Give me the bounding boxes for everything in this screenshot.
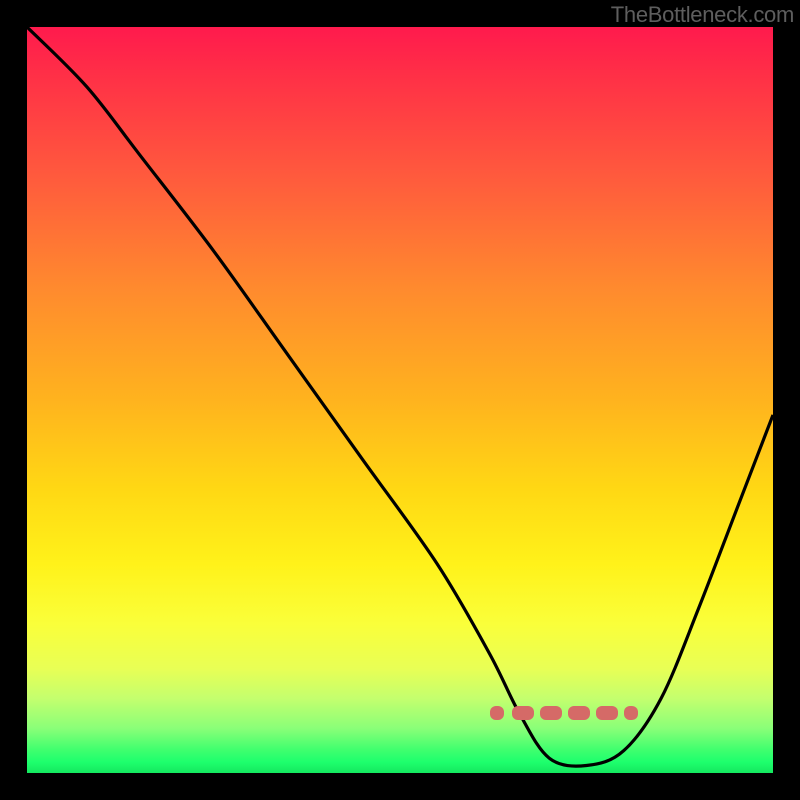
dash-seg (512, 706, 534, 720)
dash-seg (596, 706, 618, 720)
dash-seg (540, 706, 562, 720)
dash-seg (568, 706, 590, 720)
watermark-text: TheBottleneck.com (611, 2, 794, 28)
dash-seg (624, 706, 638, 720)
chart-frame: TheBottleneck.com (0, 0, 800, 800)
optimal-range-marker (490, 706, 639, 720)
bottleneck-curve (27, 27, 773, 773)
dash-seg (490, 706, 504, 720)
plot-area (27, 27, 773, 773)
